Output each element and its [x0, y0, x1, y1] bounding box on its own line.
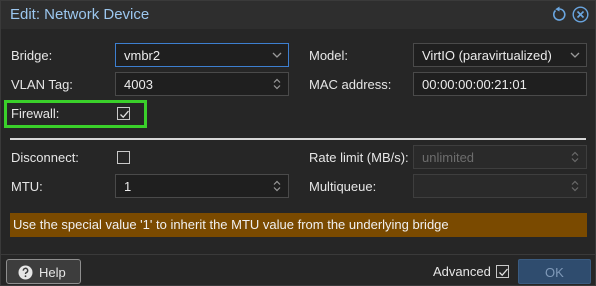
multiqueue-spinner[interactable]	[413, 174, 587, 198]
model-value: VirtIO (paravirtualized)	[422, 48, 552, 63]
checkmark-icon	[499, 268, 508, 277]
mtu-info-text: Use the special value '1' to inherit the…	[13, 217, 449, 232]
checkmark-icon	[120, 110, 129, 119]
help-button[interactable]: Help	[6, 259, 81, 284]
spinner-icon[interactable]	[568, 150, 582, 164]
chevron-down-icon[interactable]	[270, 48, 284, 62]
reset-icon[interactable]	[551, 6, 568, 23]
spinner-icon[interactable]	[270, 77, 284, 91]
vlan-tag-spinner[interactable]: 4003	[115, 72, 289, 96]
advanced-label: Advanced	[433, 264, 491, 279]
mtu-value: 1	[124, 179, 132, 194]
spinner-icon[interactable]	[568, 179, 582, 193]
mtu-info-banner: Use the special value '1' to inherit the…	[10, 213, 587, 237]
ok-button-label: OK	[545, 265, 564, 280]
section-divider	[10, 138, 586, 140]
bridge-select[interactable]: vmbr2	[115, 43, 289, 67]
mtu-label: MTU:	[11, 179, 43, 194]
dialog-footer: Help Advanced OK	[1, 254, 595, 285]
rate-limit-label: Rate limit (MB/s):	[309, 150, 409, 165]
disconnect-checkbox[interactable]	[117, 151, 130, 164]
firewall-label: Firewall:	[11, 106, 60, 121]
model-label: Model:	[309, 48, 349, 63]
dialog-titlebar: Edit: Network Device	[1, 1, 595, 29]
question-circle-icon	[18, 265, 33, 280]
spinner-icon[interactable]	[270, 179, 284, 193]
disconnect-label: Disconnect:	[11, 150, 79, 165]
ok-button[interactable]: OK	[518, 259, 591, 284]
rate-limit-placeholder: unlimited	[422, 150, 475, 165]
dialog-title: Edit: Network Device	[10, 6, 150, 23]
rate-limit-spinner[interactable]: unlimited	[413, 145, 587, 169]
multiqueue-label: Multiqueue:	[309, 179, 377, 194]
firewall-checkbox[interactable]	[117, 107, 130, 120]
mac-address-label: MAC address:	[309, 77, 392, 92]
edit-network-device-dialog: Edit: Network Device Bridge: vmbr2 VLAN …	[0, 0, 596, 286]
mtu-spinner[interactable]: 1	[115, 174, 289, 198]
close-icon[interactable]	[572, 6, 589, 23]
mac-address-value: 00:00:00:00:21:01	[422, 77, 527, 92]
chevron-down-icon[interactable]	[568, 48, 582, 62]
vlan-tag-value: 4003	[124, 77, 153, 92]
mac-address-input[interactable]: 00:00:00:00:21:01	[413, 72, 587, 96]
model-select[interactable]: VirtIO (paravirtualized)	[413, 43, 587, 67]
advanced-checkbox[interactable]	[496, 265, 509, 278]
help-button-label: Help	[39, 265, 66, 280]
bridge-value: vmbr2	[124, 48, 161, 63]
bridge-label: Bridge:	[11, 48, 53, 63]
vlan-tag-label: VLAN Tag:	[11, 77, 73, 92]
